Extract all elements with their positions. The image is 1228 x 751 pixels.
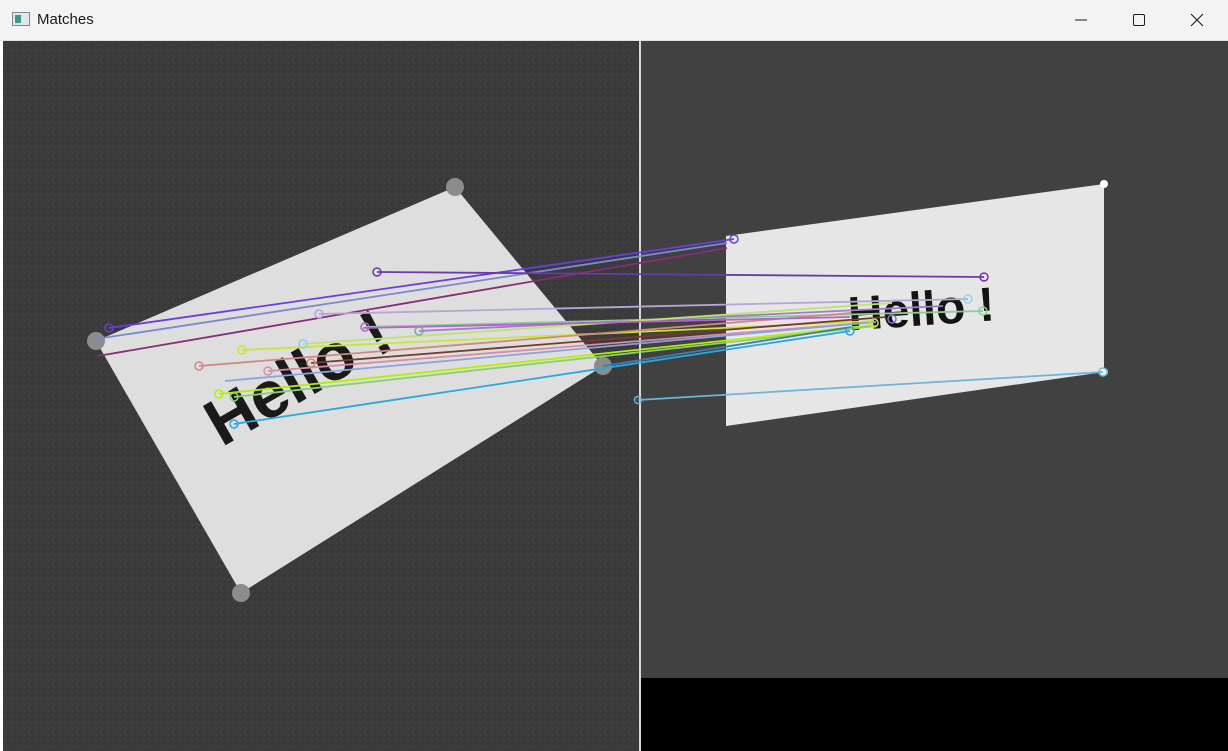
close-icon	[1190, 13, 1204, 27]
matches-canvas: Hello ! Hello !	[3, 41, 1228, 751]
left-corner-marker	[446, 178, 464, 196]
left-corner-marker	[87, 332, 105, 350]
right-corner-marker	[1100, 180, 1108, 188]
left-corner-marker	[232, 584, 250, 602]
title-bar[interactable]: Matches	[0, 0, 1228, 41]
maximize-icon	[1132, 13, 1146, 27]
right-image-black-padding	[641, 678, 1228, 751]
close-button[interactable]	[1168, 0, 1226, 40]
minimize-button[interactable]	[1052, 0, 1110, 40]
matches-image-area: Hello ! Hello !	[3, 41, 1228, 751]
minimize-icon	[1074, 13, 1088, 27]
maximize-button[interactable]	[1110, 0, 1168, 40]
app-icon	[12, 12, 30, 26]
window-title: Matches	[37, 11, 94, 28]
app-window: Matches Hello ! Hello !	[0, 0, 1228, 751]
